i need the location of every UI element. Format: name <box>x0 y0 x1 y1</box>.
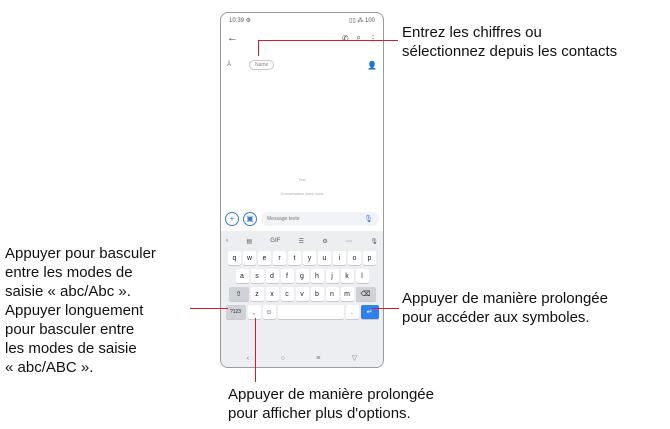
compose-bar: + ▣ Message texte 🎙 <box>225 210 379 227</box>
key-j[interactable]: j <box>325 269 339 283</box>
annotation-right-line: Appuyer de manière prolongée <box>402 290 608 307</box>
keyboard-toolbar: ‹ ▤ GIF ☰ ⚙ ⋯ 🎙 <box>226 235 378 247</box>
key-u[interactable]: u <box>318 251 331 265</box>
annotation-bottom-line: pour afficher plus d'options. <box>228 405 411 422</box>
key-a[interactable]: a <box>235 269 249 283</box>
key-n[interactable]: n <box>325 287 339 301</box>
key-r[interactable]: r <box>273 251 286 265</box>
key-e[interactable]: e <box>258 251 271 265</box>
phone-screenshot: 10:39 ⚙ ▯▯ ⁂ 100 ← ✆ ⌕ ⋮ À Name 👤 Text C… <box>220 12 384 368</box>
callout-line-top-h <box>258 40 398 41</box>
annotation-right: Appuyer de manière prolongée pour accéde… <box>402 289 608 327</box>
status-icons: ▯▯ ⁂ 100 <box>349 17 375 24</box>
annotation-right-line: pour accéder aux symboles. <box>402 309 590 326</box>
gallery-icon[interactable]: ▣ <box>243 211 257 226</box>
nav-recent-icon[interactable]: ≡ <box>316 355 320 362</box>
add-contact-icon[interactable]: 👤 <box>367 61 377 70</box>
key-q[interactable]: q <box>228 251 241 265</box>
conversation-subhint: Conversation avec vous <box>280 191 324 196</box>
nav-keyboard-icon[interactable]: ▽ <box>352 354 357 362</box>
nav-home-icon[interactable]: ○ <box>281 355 285 362</box>
key-l[interactable]: l <box>355 269 369 283</box>
key-g[interactable]: g <box>295 269 309 283</box>
status-bar: 10:39 ⚙ ▯▯ ⁂ 100 <box>229 14 375 26</box>
theme-icon[interactable]: ☰ <box>299 238 304 245</box>
callout-line-left <box>190 308 228 309</box>
key-o[interactable]: o <box>348 251 361 265</box>
annotation-top-line: sélectionnez depuis les contacts <box>402 43 618 60</box>
back-arrow-icon[interactable]: ← <box>227 32 241 44</box>
shift-key[interactable]: ⇧ <box>228 287 249 301</box>
callout-line-bottom <box>255 318 256 382</box>
annotation-bottom: Appuyer de manière prolongée pour affich… <box>228 385 434 423</box>
key-c[interactable]: c <box>280 287 294 301</box>
annotation-left-line: les modes de saisie <box>5 340 137 357</box>
comma-key[interactable]: , <box>247 305 261 319</box>
key-row-1: qwertyuiop <box>225 251 379 265</box>
annotation-left-line: saisie « abc/Abc ». <box>5 283 131 300</box>
toolbar-more-icon[interactable]: ⋯ <box>346 238 352 245</box>
key-row-4: ?123 , ☺ . ↵ <box>225 305 379 319</box>
annotation-left-line: entre les modes de <box>5 264 133 281</box>
mic-icon[interactable]: 🎙 <box>364 215 373 223</box>
key-row-3: ⇧ zxcvbnm ⌫ <box>225 287 379 301</box>
more-options-icon[interactable]: ⋮ <box>369 34 377 43</box>
key-h[interactable]: h <box>310 269 324 283</box>
annotation-left-line: Appuyer pour basculer <box>5 245 156 262</box>
keyboard: ‹ ▤ GIF ☰ ⚙ ⋯ 🎙 qwertyuiop asdfghjkl ⇧ z… <box>221 231 383 367</box>
key-row-3-letters: zxcvbnm <box>250 287 354 301</box>
toolbar-mic-icon[interactable]: 🎙 <box>370 238 378 245</box>
attach-icon[interactable]: + <box>225 211 239 226</box>
key-b[interactable]: b <box>310 287 324 301</box>
backspace-key[interactable]: ⌫ <box>355 287 376 301</box>
status-time: 10:39 ⚙ <box>229 17 252 24</box>
recipient-row: À Name 👤 <box>227 58 377 72</box>
key-z[interactable]: z <box>250 287 264 301</box>
annotation-top: Entrez les chiffres ou sélectionnez depu… <box>402 23 617 61</box>
symbols-key[interactable]: ?123 <box>225 305 246 319</box>
key-f[interactable]: f <box>280 269 294 283</box>
key-t[interactable]: t <box>288 251 301 265</box>
call-icon[interactable]: ✆ <box>342 34 349 43</box>
nav-bar: ‹ ○ ≡ ▽ <box>231 353 373 363</box>
key-w[interactable]: w <box>243 251 256 265</box>
key-m[interactable]: m <box>340 287 354 301</box>
gif-icon[interactable]: GIF <box>270 238 280 244</box>
annotation-left-line: « abc/ABC ». <box>5 359 94 376</box>
key-s[interactable]: s <box>250 269 264 283</box>
callout-line-top-v <box>258 40 259 56</box>
message-input[interactable]: Message texte 🎙 <box>261 211 379 226</box>
settings-icon[interactable]: ⚙ <box>322 238 327 245</box>
key-d[interactable]: d <box>265 269 279 283</box>
message-placeholder: Message texte <box>267 215 300 222</box>
space-key[interactable] <box>277 305 344 319</box>
key-k[interactable]: k <box>340 269 354 283</box>
search-icon[interactable]: ⌕ <box>357 33 361 43</box>
annotation-top-line: Entrez les chiffres ou <box>402 24 542 41</box>
key-x[interactable]: x <box>265 287 279 301</box>
annotation-left-line: Appuyer longuement <box>5 302 144 319</box>
callout-line-right <box>372 308 399 309</box>
to-label: À <box>227 62 232 68</box>
nav-back-icon[interactable]: ‹ <box>247 355 249 362</box>
period-key[interactable]: . <box>345 305 359 319</box>
annotation-left-line: pour basculer entre <box>5 321 135 338</box>
emoji-key[interactable]: ☺ <box>262 305 276 319</box>
key-v[interactable]: v <box>295 287 309 301</box>
annotation-left: Appuyer pour basculer entre les modes de… <box>5 244 156 377</box>
key-row-2: asdfghjkl <box>225 269 379 283</box>
key-y[interactable]: y <box>303 251 316 265</box>
annotation-bottom-line: Appuyer de manière prolongée <box>228 386 434 403</box>
app-bar: ← ✆ ⌕ ⋮ <box>227 31 377 45</box>
key-p[interactable]: p <box>363 251 376 265</box>
key-i[interactable]: i <box>333 251 346 265</box>
recipient-input[interactable]: Name <box>249 60 275 70</box>
conversation-hint: Text <box>298 177 306 182</box>
toolbar-back-icon[interactable]: ‹ <box>226 238 228 244</box>
clipboard-icon[interactable]: ▤ <box>246 238 252 245</box>
